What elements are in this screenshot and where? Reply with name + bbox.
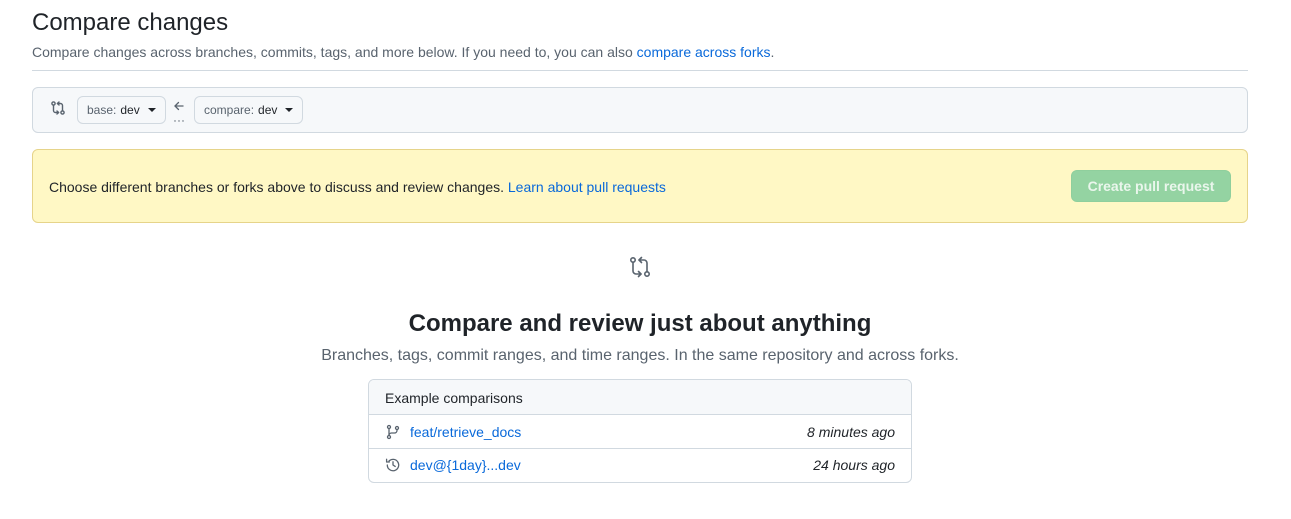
example-comparisons-heading: Example comparisons (369, 380, 911, 415)
base-label: base: (87, 103, 117, 117)
example-link[interactable]: dev@{1day}...dev (410, 457, 521, 473)
compare-label: compare: (204, 103, 255, 117)
compare-value: dev (258, 103, 278, 117)
compare-flash: Choose different branches or forks above… (32, 149, 1248, 223)
git-compare-icon (51, 101, 65, 115)
example-comparisons: Example comparisons feat/retrieve_docs 8… (368, 379, 912, 483)
compare-across-forks-link[interactable]: compare across forks (637, 44, 771, 60)
create-pull-request-button[interactable]: Create pull request (1071, 170, 1231, 202)
subtitle-suffix: . (770, 44, 775, 60)
subtitle-text: Compare changes across branches, commits… (32, 44, 637, 60)
range-editor: base: dev compare: dev (32, 87, 1248, 133)
history-icon (385, 458, 400, 472)
blankslate-subtitle: Branches, tags, commit ranges, and time … (321, 347, 959, 364)
flash-message: Choose different branches or forks above… (49, 179, 666, 195)
list-item[interactable]: feat/retrieve_docs 8 minutes ago (369, 415, 911, 448)
caret-down-icon (285, 108, 294, 112)
base-branch-select[interactable]: base: dev (77, 96, 166, 124)
caret-down-icon (147, 108, 156, 112)
blankslate-title: Compare and review just about anything (408, 310, 872, 337)
list-item[interactable]: dev@{1day}...dev 24 hours ago (369, 448, 911, 481)
divider (32, 70, 1248, 71)
arrow-left-icon (174, 101, 184, 122)
learn-pull-requests-link[interactable]: Learn about pull requests (508, 179, 666, 195)
flash-text: Choose different branches or forks above… (49, 179, 508, 195)
git-compare-icon (629, 256, 650, 278)
compare-branch-select[interactable]: compare: dev (194, 96, 304, 124)
example-link[interactable]: feat/retrieve_docs (410, 424, 521, 440)
example-time: 24 hours ago (813, 457, 895, 473)
git-branch-icon (386, 424, 400, 439)
base-value: dev (120, 103, 140, 117)
page-title: Compare changes (32, 9, 229, 36)
page-subtitle: Compare changes across branches, commits… (32, 44, 774, 60)
example-time: 8 minutes ago (807, 423, 895, 440)
